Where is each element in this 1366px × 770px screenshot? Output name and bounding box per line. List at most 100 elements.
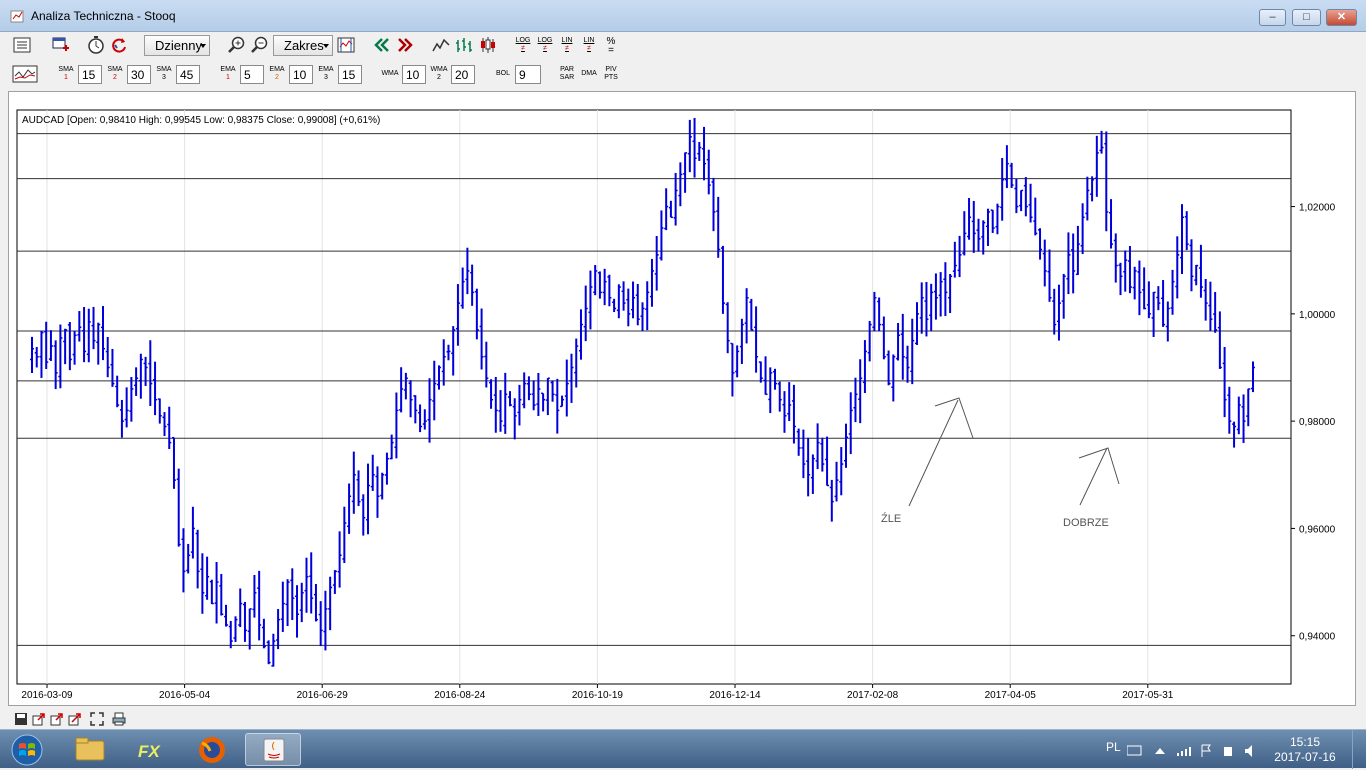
candle-chart-icon[interactable] (478, 35, 498, 55)
app-icon (10, 10, 24, 23)
x-tick-label: 2016-03-09 (21, 690, 73, 701)
device-icon[interactable] (1224, 747, 1232, 756)
percent-scale-button[interactable]: % = (601, 35, 621, 56)
sma3-input[interactable]: 45 (176, 65, 200, 84)
sma2-toggle[interactable]: SMA 2 (105, 64, 125, 84)
ema1-toggle[interactable]: EMA 1 (218, 64, 238, 84)
firefox-taskbar-button[interactable] (184, 733, 240, 766)
main-toolbar: Dzienny Zakres LOG ≠ LOG ≠ LIN ≠ LIN ≠ % = (4, 32, 1362, 59)
range-dropdown[interactable]: Zakres (273, 35, 333, 56)
ema2-toggle[interactable]: EMA 2 (267, 64, 287, 84)
log-scale-button[interactable]: LOG ≠ (513, 35, 533, 55)
chevron-down-icon (200, 44, 206, 48)
show-desktop-button[interactable] (1352, 730, 1366, 769)
lin-scale-button[interactable]: LIN ≠ (557, 35, 577, 55)
y-tick-label: 1,02000 (1299, 203, 1336, 214)
wma2-input[interactable]: 20 (451, 65, 475, 84)
bol-input[interactable]: 9 (515, 65, 541, 84)
y-tick-label: 0,96000 (1299, 524, 1336, 535)
refresh-icon[interactable] (109, 35, 129, 55)
x-tick-label: 2017-04-05 (985, 690, 1037, 701)
indicator-toolbar: SMA 1 15 SMA 2 30 SMA 3 45 EMA 1 5 EMA 2 10 E… (4, 61, 1362, 88)
wma2-toggle[interactable]: WMA 2 (429, 64, 449, 84)
export-icon[interactable] (32, 712, 46, 726)
sma2-input[interactable]: 30 (127, 65, 151, 84)
annotation-good: DOBRZE (1063, 517, 1109, 529)
timer-icon[interactable] (86, 35, 106, 55)
bol-toggle[interactable]: BOL (493, 64, 513, 84)
network-icon[interactable] (1177, 747, 1191, 756)
wma1-input[interactable]: 10 (402, 65, 426, 84)
show-hidden-icon[interactable] (1155, 748, 1165, 754)
interval-value: Dzienny (155, 38, 202, 53)
x-tick-label: 2016-05-04 (159, 690, 211, 701)
java-taskbar-button[interactable] (245, 733, 301, 766)
line-chart-icon[interactable] (431, 35, 451, 55)
chevron-down-icon (323, 44, 329, 48)
explorer-taskbar-button[interactable] (62, 733, 118, 766)
zoom-in-icon[interactable] (227, 35, 247, 55)
fx-taskbar-button[interactable]: FX (124, 733, 180, 766)
back-icon[interactable] (372, 35, 392, 55)
indicator-chart-icon[interactable] (12, 64, 38, 84)
save-icon[interactable] (14, 712, 28, 726)
ema3-toggle[interactable]: EMA 3 (316, 64, 336, 84)
export3-icon[interactable] (68, 712, 82, 726)
annotation-bad: ŹLE (881, 512, 901, 525)
ema1-input[interactable]: 5 (240, 65, 264, 84)
taskbar: FX PL 15:15 2017-07-16 (0, 729, 1366, 769)
parsar-button[interactable]: PAR SAR (557, 64, 577, 84)
tray-icons (1127, 744, 1252, 757)
chart-header: AUDCAD [Open: 0,98410 High: 0,99545 Low:… (22, 115, 380, 126)
java-icon (263, 738, 285, 762)
maximize-button[interactable]: □ (1292, 9, 1321, 26)
clock-date: 2017-07-16 (1274, 750, 1336, 764)
pivpts-button[interactable]: PIV PTS (601, 64, 621, 84)
interval-dropdown[interactable]: Dzienny (144, 35, 210, 56)
sma3-toggle[interactable]: SMA 3 (154, 64, 174, 84)
fullscreen-icon[interactable] (90, 712, 104, 726)
clock[interactable]: 15:15 2017-07-16 (1270, 735, 1340, 765)
start-button[interactable] (6, 733, 48, 767)
x-tick-label: 2016-12-14 (709, 690, 761, 701)
language-indicator[interactable]: PL (1106, 740, 1121, 754)
price-chart[interactable]: 1,02000 1,00000 0,98000 0,96000 0,94000 2016… (9, 92, 1355, 705)
y-tick-label: 0,94000 (1299, 632, 1336, 643)
keyboard-icon[interactable] (1127, 745, 1142, 756)
export2-icon[interactable] (50, 712, 64, 726)
print-icon[interactable] (112, 712, 126, 726)
log-scale-2-button[interactable]: LOG ≠ (535, 35, 555, 55)
window-title: Analiza Techniczna - Stooq (31, 9, 176, 23)
x-tick-label: 2017-02-08 (847, 690, 899, 701)
y-tick-label: 0,98000 (1299, 417, 1336, 428)
x-tick-label: 2016-06-29 (297, 690, 349, 701)
action-center-icon[interactable] (1201, 744, 1211, 757)
sma1-toggle[interactable]: SMA 1 (56, 64, 76, 84)
y-tick-label: 1,00000 (1299, 310, 1336, 321)
x-tick-label: 2017-05-31 (1122, 690, 1174, 701)
forward-icon[interactable] (395, 35, 415, 55)
minimize-button[interactable]: – (1259, 9, 1286, 26)
range-icon[interactable] (336, 35, 356, 55)
x-tick-label: 2016-08-24 (434, 690, 486, 701)
range-value: Zakres (284, 38, 324, 53)
wma1-toggle[interactable]: WMA (380, 64, 400, 84)
ema3-input[interactable]: 15 (338, 65, 362, 84)
volume-icon[interactable] (1245, 745, 1252, 757)
firefox-icon (199, 737, 225, 763)
x-tick-label: 2016-10-19 (572, 690, 624, 701)
ema2-input[interactable]: 10 (289, 65, 313, 84)
zoom-out-icon[interactable] (250, 35, 270, 55)
lin-scale-2-button[interactable]: LIN ≠ (579, 35, 599, 55)
chart-bottom-toolbar (4, 710, 1364, 730)
fx-icon: FX (138, 742, 161, 761)
svg-text:FX: FX (138, 742, 161, 761)
dma-button[interactable]: DMA (579, 64, 599, 84)
sma1-input[interactable]: 15 (78, 65, 102, 84)
ohlc-chart-icon[interactable] (454, 35, 474, 55)
window-add-icon[interactable] (50, 35, 70, 55)
chart-frame: 1,02000 1,00000 0,98000 0,96000 0,94000 2016… (8, 91, 1356, 706)
close-button[interactable]: ✕ (1326, 9, 1357, 26)
folder-icon (75, 737, 105, 761)
list-icon[interactable] (12, 35, 32, 55)
